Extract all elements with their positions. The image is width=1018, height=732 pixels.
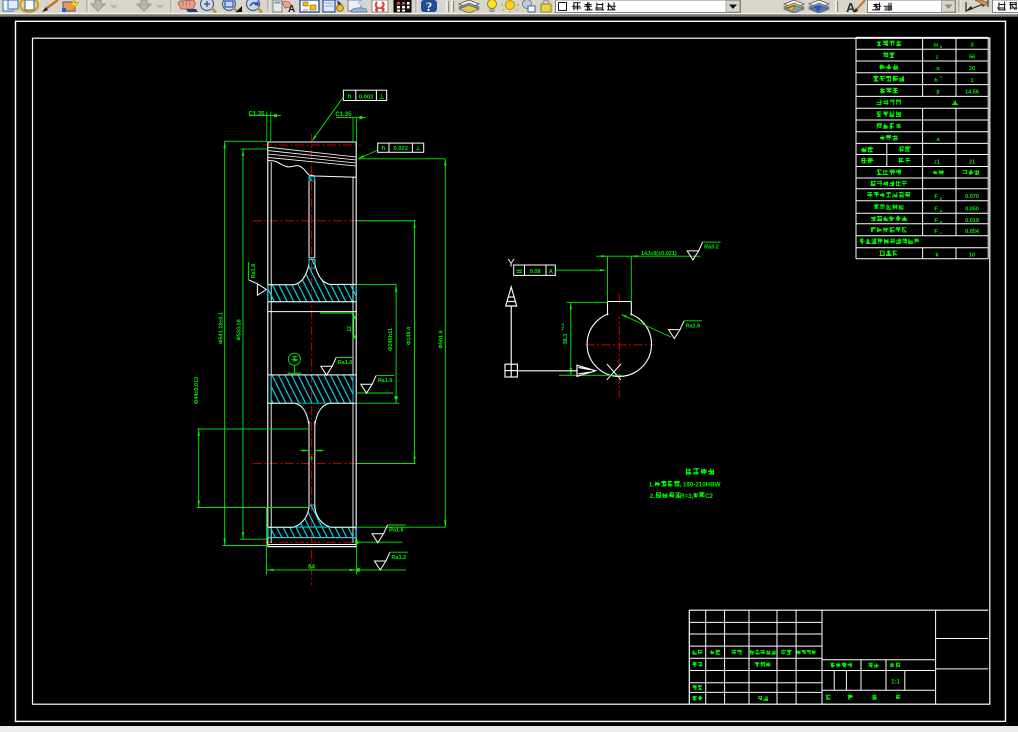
- svg-text:0.002: 0.002: [359, 94, 374, 100]
- svg-text:F: F: [934, 229, 938, 235]
- svg-text:Ra1.6: Ra1.6: [686, 323, 701, 329]
- svg-text:3: 3: [970, 43, 973, 49]
- svg-text:12: 12: [347, 326, 353, 332]
- svg-text:C1.35: C1.35: [248, 111, 265, 117]
- svg-text:a: a: [940, 208, 943, 213]
- svg-text:n: n: [940, 44, 943, 49]
- svg-text:Φ44±0.013: Φ44±0.013: [194, 377, 200, 404]
- svg-text:β: β: [936, 90, 940, 96]
- svg-text:Y: Y: [507, 258, 515, 270]
- svg-text:0.070: 0.070: [965, 194, 979, 200]
- svg-text:α: α: [936, 66, 940, 72]
- svg-text:Φ541.18±0.1: Φ541.18±0.1: [218, 312, 224, 344]
- svg-text:Ra3.2: Ra3.2: [391, 555, 406, 561]
- svg-text:R=3,: R=3,: [680, 493, 694, 500]
- svg-text:r: r: [940, 231, 942, 236]
- svg-text:F: F: [934, 206, 938, 212]
- svg-text:a: a: [936, 137, 940, 143]
- svg-text:?: ?: [426, 0, 433, 13]
- svg-text:h: h: [348, 94, 352, 100]
- svg-text:A: A: [549, 269, 554, 275]
- svg-text:0.08: 0.08: [530, 269, 541, 275]
- svg-text:1.: 1.: [649, 481, 654, 488]
- svg-text:Ra1.6: Ra1.6: [389, 528, 404, 534]
- svg-text:Ra1.6: Ra1.6: [378, 378, 393, 384]
- svg-text:⊥: ⊥: [415, 145, 420, 152]
- svg-text:Φ533.18: Φ533.18: [236, 319, 242, 340]
- svg-text:2.: 2.: [650, 493, 655, 500]
- svg-text:14.56: 14.56: [965, 90, 979, 96]
- svg-text:8: 8: [310, 456, 313, 461]
- svg-text:20: 20: [969, 66, 975, 72]
- svg-text:0.022: 0.022: [393, 146, 408, 152]
- svg-text:z: z: [936, 54, 939, 60]
- svg-text:Φ148.4: Φ148.4: [406, 326, 412, 345]
- svg-text:Ra1.6: Ra1.6: [338, 360, 353, 366]
- svg-text:, 190-210HBW: , 190-210HBW: [680, 481, 721, 488]
- svg-text:F: F: [934, 194, 938, 200]
- svg-text:h: h: [934, 78, 938, 84]
- svg-text:m: m: [934, 43, 939, 49]
- svg-text:Φ501.6: Φ501.6: [438, 330, 444, 348]
- svg-text:z1: z1: [934, 160, 940, 166]
- svg-text:0.050: 0.050: [965, 206, 979, 212]
- svg-text:h: h: [381, 146, 385, 152]
- svg-text:56: 56: [969, 54, 975, 60]
- svg-text:1:1: 1:1: [891, 679, 900, 685]
- svg-text:84: 84: [308, 564, 315, 570]
- svg-text:+0.2: +0.2: [561, 323, 565, 331]
- svg-text:0.054: 0.054: [965, 229, 980, 235]
- svg-text:Ra1.6: Ra1.6: [251, 264, 257, 279]
- svg-text:1: 1: [970, 78, 973, 84]
- svg-text:38.3: 38.3: [563, 334, 569, 345]
- svg-text:Φ245h11: Φ245h11: [388, 328, 394, 351]
- svg-text:21: 21: [969, 160, 975, 166]
- svg-text:0.019: 0.019: [965, 218, 979, 224]
- svg-text:p: p: [940, 196, 943, 201]
- svg-text:C2: C2: [705, 493, 713, 500]
- svg-text:C1.35: C1.35: [335, 112, 352, 118]
- svg-text:10: 10: [969, 252, 975, 258]
- svg-text:F: F: [934, 218, 938, 224]
- svg-text:*: *: [940, 75, 942, 80]
- svg-text:⊥: ⊥: [379, 93, 384, 100]
- svg-text:14Js9(±0.021): 14Js9(±0.021): [641, 251, 677, 257]
- svg-text:k: k: [935, 252, 939, 258]
- svg-text:Ra3.2: Ra3.2: [704, 245, 719, 251]
